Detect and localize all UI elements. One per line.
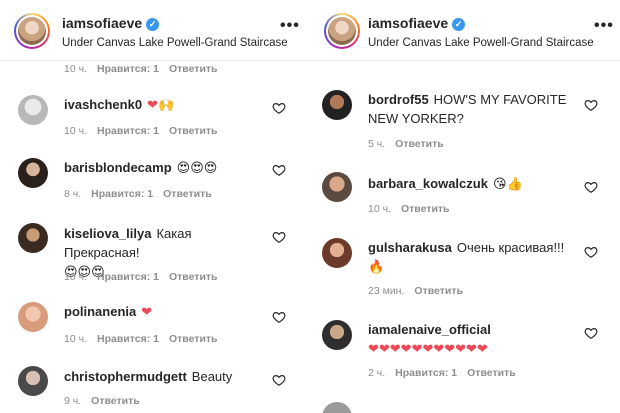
author-username[interactable]: iamsofiaeve ✓: [62, 15, 160, 31]
avatar[interactable]: [18, 158, 48, 188]
like-heart-icon[interactable]: [584, 180, 598, 194]
reply-button[interactable]: Ответить: [395, 138, 444, 150]
author-avatar[interactable]: [324, 13, 360, 49]
comment-username[interactable]: kiseliova_lilya: [64, 226, 151, 241]
likes-count[interactable]: Нравится: 1: [395, 367, 457, 379]
like-heart-icon[interactable]: [272, 373, 286, 387]
more-options-icon[interactable]: •••: [280, 17, 300, 35]
avatar[interactable]: [18, 366, 48, 396]
likes-count[interactable]: Нравится: 1: [97, 63, 159, 75]
comment-meta: 23 мин. Ответить: [368, 285, 463, 297]
post-header: iamsofiaeve ✓ Under Canvas Lake Powell-Gr…: [0, 0, 310, 61]
reply-button[interactable]: Ответить: [467, 367, 516, 379]
reply-button[interactable]: Ответить: [401, 203, 450, 215]
author-username[interactable]: iamsofiaeve ✓: [368, 15, 466, 31]
post-location[interactable]: Under Canvas Lake Powell-Grand Staircase: [62, 37, 288, 49]
right-comments-panel: iamsofiaeve ✓ Under Canvas Lake Powell-Gr…: [310, 0, 620, 413]
avatar[interactable]: [18, 223, 48, 253]
comment-username[interactable]: iamalenaive_official: [368, 322, 491, 337]
comment-meta: 10 ч. Нравится: 1 Ответить: [64, 333, 218, 345]
reply-button[interactable]: Ответить: [414, 285, 463, 297]
reply-button[interactable]: Ответить: [169, 63, 218, 75]
comment-text: gulsharakusa Очень красивая!!! 🔥: [368, 238, 588, 276]
comment-username[interactable]: christophermudgett: [64, 369, 187, 384]
like-heart-icon[interactable]: [272, 101, 286, 115]
avatar[interactable]: [18, 95, 48, 125]
comment-text: iamalenaive_official ❤❤❤❤❤❤❤❤❤❤❤: [368, 320, 588, 358]
avatar[interactable]: [18, 302, 48, 332]
reply-button[interactable]: Ответить: [169, 125, 218, 137]
comment-meta: 9 ч. Ответить: [64, 395, 140, 407]
comment-text: ivashchenk0 ❤🙌: [64, 95, 264, 114]
likes-count[interactable]: Нравится: 1: [97, 125, 159, 137]
like-heart-icon[interactable]: [272, 163, 286, 177]
comment-username[interactable]: ivashchenk0: [64, 97, 142, 112]
comment-text: barbara_kowalczuk 😘👍: [368, 174, 588, 193]
comment-text: polinanenia ❤: [64, 302, 264, 321]
comment-text: bordrof55 HOW'S MY FAVORITE NEW YORKER?: [368, 90, 588, 128]
verified-badge-icon: ✓: [452, 18, 466, 31]
comment-username[interactable]: gulsharakusa: [368, 240, 452, 255]
left-comments-panel: iamsofiaeve ✓ Under Canvas Lake Powell-Gr…: [0, 0, 310, 413]
like-heart-icon[interactable]: [584, 245, 598, 259]
avatar[interactable]: [322, 402, 352, 413]
post-header: iamsofiaeve ✓ Under Canvas Lake Powell-Gr…: [310, 0, 620, 61]
author-avatar[interactable]: [14, 13, 50, 49]
likes-count[interactable]: Нравится: 1: [91, 188, 153, 200]
likes-count[interactable]: Нравится: 1: [97, 271, 159, 283]
reply-button[interactable]: Ответить: [169, 271, 218, 283]
comment-username[interactable]: polinanenia: [64, 304, 136, 319]
comment-username[interactable]: barbara_kowalczuk: [368, 176, 488, 191]
comment-body: Beauty: [191, 369, 233, 384]
avatar[interactable]: [322, 320, 352, 350]
reply-button[interactable]: Ответить: [169, 333, 218, 345]
reply-button[interactable]: Ответить: [163, 188, 212, 200]
comment-body: Очень красивая!!!: [456, 240, 565, 255]
verified-badge-icon: ✓: [146, 18, 160, 31]
comment-meta: 8 ч. Нравится: 1 Ответить: [64, 188, 212, 200]
comment-emoji: 😘👍: [492, 177, 523, 192]
comment-username[interactable]: bordrof55: [368, 92, 429, 107]
like-heart-icon[interactable]: [584, 98, 598, 112]
post-location[interactable]: Under Canvas Lake Powell-Grand Staircase: [368, 37, 594, 49]
avatar[interactable]: [322, 172, 352, 202]
comment-emoji: 😍😍😍: [176, 161, 218, 176]
more-options-icon[interactable]: •••: [594, 17, 614, 35]
comment-meta: 10 ч. Ответить: [368, 203, 450, 215]
comment-emoji: ❤🙌: [147, 98, 175, 113]
likes-count[interactable]: Нравится: 1: [97, 333, 159, 345]
avatar[interactable]: [322, 90, 352, 120]
comment-text: christophermudgett Beauty: [64, 367, 264, 386]
comment-emoji: ❤❤❤❤❤❤❤❤❤❤❤: [368, 342, 488, 357]
comment-text: barisblondecamp 😍😍😍: [64, 158, 264, 177]
avatar[interactable]: [322, 238, 352, 268]
comment-username[interactable]: barisblondecamp: [64, 160, 172, 175]
comment-meta: 5 ч. Ответить: [368, 138, 444, 150]
like-heart-icon[interactable]: [272, 310, 286, 324]
comment-meta: 10 ч. Нравится: 1 Ответить: [64, 125, 218, 137]
like-heart-icon[interactable]: [584, 326, 598, 340]
like-heart-icon[interactable]: [272, 230, 286, 244]
comment-meta: 2 ч. Нравится: 1 Ответить: [368, 367, 516, 379]
comment-meta: 10 ч. Нравится: 1 Ответить: [64, 63, 218, 75]
reply-button[interactable]: Ответить: [91, 395, 140, 407]
comment-emoji: ❤: [141, 305, 153, 320]
comment-meta: 10 ч. Нравится: 1 Ответить: [64, 271, 218, 283]
comment-emoji: 🔥: [368, 260, 385, 275]
